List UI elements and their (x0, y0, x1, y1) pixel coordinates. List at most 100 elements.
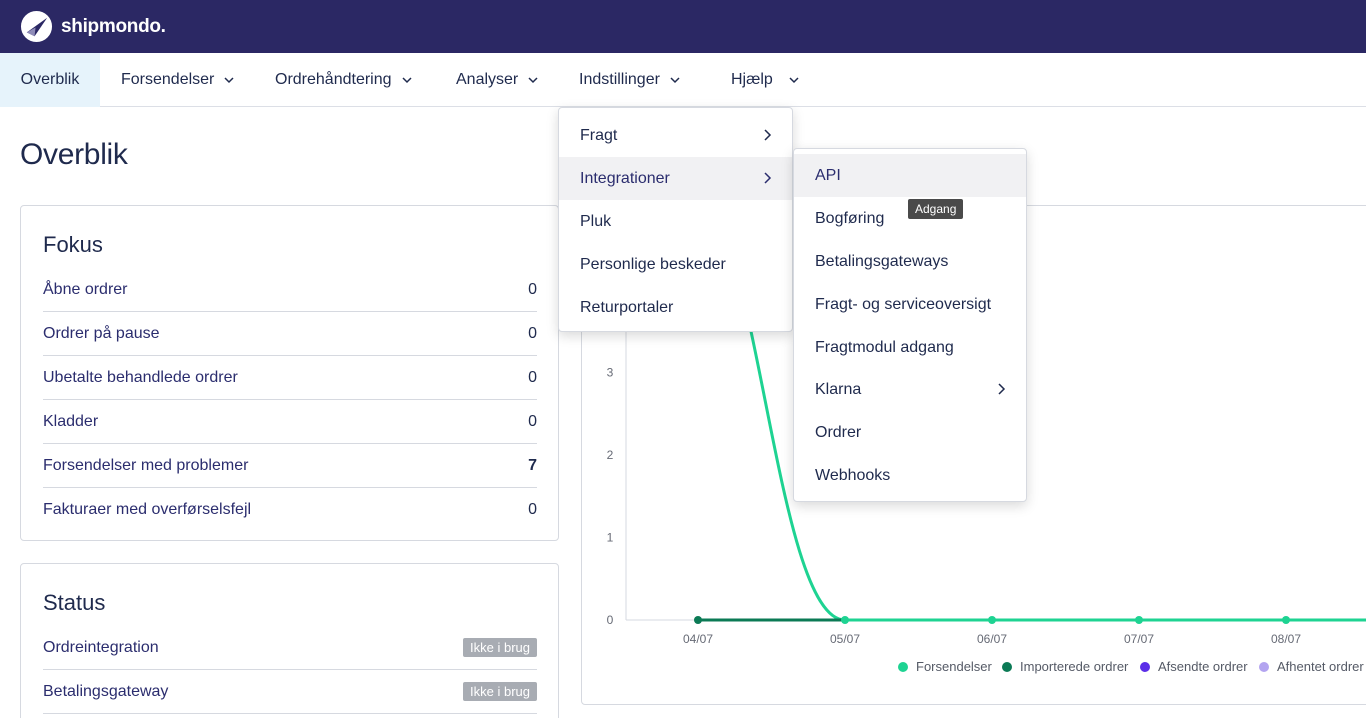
nav-ordrehaandtering[interactable]: Ordrehåndtering (275, 53, 412, 107)
menu-item-label: Fragt (580, 126, 618, 144)
legend-label: Importerede ordrer (1020, 659, 1129, 674)
status-row[interactable]: Ordreintegration Ikke i brug (43, 626, 537, 670)
legend-dot (1002, 661, 1012, 672)
menu-item-fragt-serviceoversigt[interactable]: Fragt- og serviceoversigt (794, 283, 1026, 326)
page-title: Overblik (20, 138, 128, 171)
nav-label: Analyser (456, 71, 519, 88)
legend-label: Afsendte ordrer (1158, 659, 1248, 674)
legend-dot (1259, 661, 1269, 672)
menu-item-pluk[interactable]: Pluk (559, 200, 792, 243)
menu-item-betalingsgateways[interactable]: Betalingsgateways (794, 240, 1026, 283)
chevron-right-icon (764, 129, 772, 141)
shipmondo-logo-icon (20, 10, 53, 43)
menu-item-returportaler[interactable]: Returportaler (559, 286, 792, 329)
fokus-row[interactable]: Ubetalte behandlede ordrer 0 (43, 356, 537, 400)
chevron-right-icon (764, 172, 772, 184)
nav-label: Forsendelser (121, 71, 215, 88)
y-tick-label: 3 (607, 366, 614, 380)
row-value: 7 (528, 456, 537, 474)
fokus-row[interactable]: Forsendelser med problemer 7 (43, 444, 537, 488)
nav-label: Ordrehåndtering (275, 71, 392, 88)
menu-item-label: Personlige beskeder (580, 255, 726, 273)
logo[interactable]: shipmondo. (20, 10, 166, 43)
data-point-forsendelser (1135, 616, 1143, 624)
legend-afsendte[interactable]: Afsendte ordrer (1140, 659, 1248, 674)
row-value: 0 (528, 368, 537, 386)
tooltip: Adgang (908, 199, 964, 219)
legend-forsendelser[interactable]: Forsendelser (898, 659, 992, 674)
row-label: Ordrer på pause (43, 324, 160, 342)
data-point-importerede (694, 616, 702, 624)
menu-item-ordrer[interactable]: Ordrer (794, 411, 1026, 454)
chevron-down-icon (789, 77, 799, 84)
row-label: Kladder (43, 412, 99, 430)
nav-label: Indstillinger (579, 71, 660, 88)
status-card: Status Ordreintegration Ikke i brug Beta… (20, 563, 559, 718)
nav-label: Overblik (20, 71, 80, 88)
legend-dot (898, 661, 908, 672)
menu-item-fragt[interactable]: Fragt (559, 114, 792, 157)
menu-item-label: Betalingsgateways (815, 252, 949, 270)
menu-item-label: Klarna (815, 380, 862, 398)
row-label: Forsendelser med problemer (43, 456, 249, 474)
row-value: 0 (528, 412, 537, 430)
nav-hjaelp[interactable]: Hjælp (731, 53, 799, 107)
data-point-forsendelser (841, 616, 849, 624)
x-tick-label: 04/07 (683, 632, 713, 646)
menu-item-webhooks[interactable]: Webhooks (794, 454, 1026, 497)
status-title: Status (43, 590, 106, 615)
fokus-row[interactable]: Ordrer på pause 0 (43, 312, 537, 356)
y-tick-label: 1 (607, 531, 614, 545)
x-tick-label: 08/07 (1271, 632, 1301, 646)
nav-forsendelser[interactable]: Forsendelser (121, 53, 234, 107)
status-row[interactable]: Betalingsgateway Ikke i brug (43, 670, 537, 714)
fokus-row[interactable]: Fakturaer med overførselsfejl 0 (43, 488, 537, 532)
nav-overblik[interactable]: Overblik (0, 53, 100, 107)
menu-item-label: Webhooks (815, 466, 891, 484)
legend-label: Afhentet ordrer (1277, 659, 1364, 674)
menu-item-label: Fragt- og serviceoversigt (815, 295, 992, 313)
menu-item-api[interactable]: API (794, 154, 1026, 197)
menu-item-fragtmodul-adgang[interactable]: Fragtmodul adgang (794, 326, 1026, 369)
y-tick-label: 0 (607, 613, 614, 627)
brand-bar: shipmondo. (0, 0, 1366, 53)
menu-item-label: Integrationer (580, 169, 670, 187)
settings-menu: Fragt Integrationer Pluk Personlige besk… (558, 107, 793, 332)
chevron-down-icon (401, 77, 412, 84)
fokus-row[interactable]: Kladder 0 (43, 400, 537, 444)
menu-item-integrationer[interactable]: Integrationer (559, 157, 792, 200)
row-label: Betalingsgateway (43, 682, 169, 700)
row-label: Ordreintegration (43, 638, 159, 656)
row-label: Ubetalte behandlede ordrer (43, 368, 238, 386)
row-value: 0 (528, 324, 537, 342)
row-value: 0 (528, 501, 537, 518)
x-tick-label: 06/07 (977, 632, 1007, 646)
brand-name: shipmondo. (61, 15, 166, 37)
nav-analyser[interactable]: Analyser (456, 53, 538, 107)
chevron-down-icon (224, 77, 234, 84)
menu-item-label: Ordrer (815, 423, 862, 441)
legend-importerede[interactable]: Importerede ordrer (1002, 659, 1128, 674)
x-tick-label: 07/07 (1124, 632, 1154, 646)
main-nav: Overblik Forsendelser Ordrehåndtering An… (0, 53, 1366, 107)
row-value: 0 (528, 280, 537, 298)
menu-item-label: Pluk (580, 212, 612, 230)
menu-item-label: Bogføring (815, 209, 885, 227)
menu-item-label: Fragtmodul adgang (815, 338, 954, 356)
fokus-title: Fokus (43, 232, 103, 257)
status-badge: Ikke i brug (463, 638, 537, 657)
legend-dot (1140, 661, 1150, 672)
nav-label: Hjælp (731, 71, 773, 88)
chevron-right-icon (998, 383, 1006, 395)
y-tick-label: 2 (607, 448, 614, 462)
menu-item-klarna[interactable]: Klarna (794, 368, 1026, 411)
fokus-card: Fokus Åbne ordrer 0 Ordrer på pause 0 Ub… (20, 205, 559, 541)
data-point-forsendelser (1282, 616, 1290, 624)
fokus-row[interactable]: Åbne ordrer 0 (43, 268, 537, 312)
data-point-forsendelser (988, 616, 996, 624)
legend-afhentet[interactable]: Afhentet ordrer (1259, 659, 1364, 674)
menu-item-personlige-beskeder[interactable]: Personlige beskeder (559, 243, 792, 286)
status-badge: Ikke i brug (463, 682, 537, 701)
chevron-down-icon (528, 77, 538, 84)
nav-indstillinger[interactable]: Indstillinger (579, 53, 680, 107)
